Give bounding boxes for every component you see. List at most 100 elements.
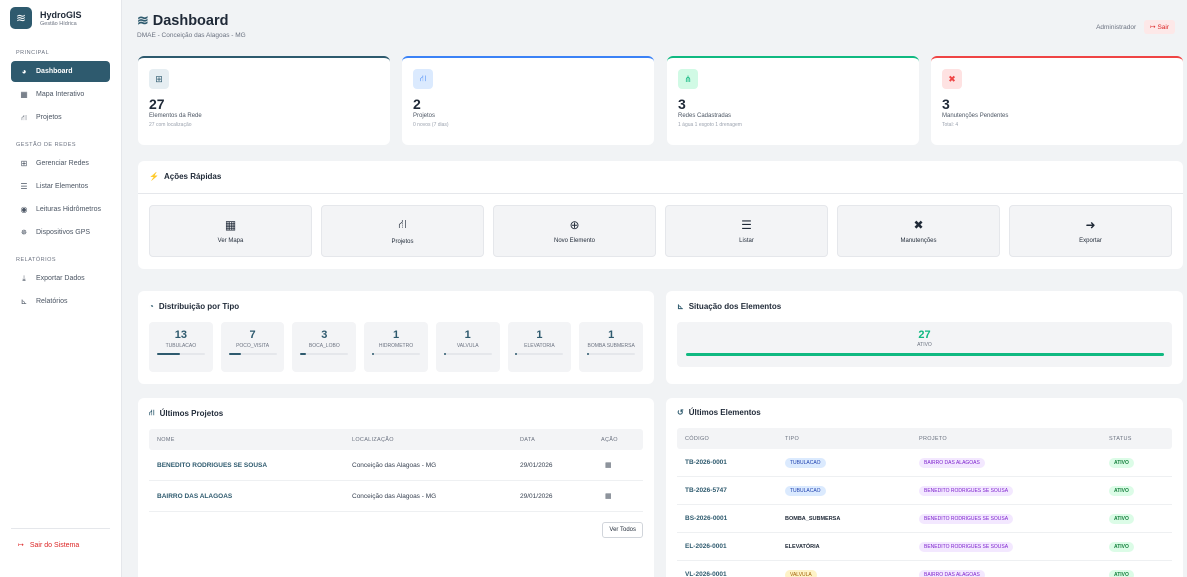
quick-actions-title: ⚡ Ações Rápidas	[149, 172, 1172, 181]
elements-panel: ↺ Últimos Elementos CÓDIGO TIPO PROJETO …	[666, 398, 1183, 577]
quick-action-label: Exportar	[1079, 238, 1102, 244]
distribution-bar-fill	[515, 353, 518, 355]
col-header: LOCALIZAÇÃO	[352, 436, 394, 443]
col-header: STATUS	[1109, 435, 1132, 442]
stat-card: ⊞ 27 Elementos da Rede 27 com localização	[138, 56, 390, 145]
situation-title: ⊾ Situação dos Elementos	[677, 302, 1172, 311]
project-name-link[interactable]: BAIRRO DAS ALAGOAS	[149, 493, 344, 500]
sidebar-item-relat-rios[interactable]: ⊾ Relatórios	[11, 291, 110, 312]
quick-action-manuten-es-button[interactable]: ✖ Manutenções	[837, 205, 1000, 257]
distribution-bar-fill	[228, 353, 242, 355]
sidebar-item-label: Relatórios	[36, 298, 68, 305]
distribution-item: 1 VALVULA	[435, 322, 500, 372]
user-name: Administrador	[1096, 23, 1137, 31]
table-row: TB-2026-0001 TUBULACAO BAIRRO DAS ALAGOAS A…	[677, 449, 1172, 477]
list-icon: ☰	[20, 182, 28, 191]
sidebar-item-dispositivos-gps[interactable]: ✵ Dispositivos GPS	[11, 222, 110, 243]
sidebar-item-projetos[interactable]: ⛙ Projetos	[11, 107, 110, 128]
status-badge: ATIVO	[1109, 457, 1134, 468]
distribution-value: 1	[536, 329, 543, 341]
stat-value: 27	[149, 96, 165, 112]
sidebar-item-label: Listar Elementos	[36, 183, 89, 190]
quick-action-exportar-button[interactable]: ➜ Exportar	[1009, 205, 1172, 257]
pie-chart-icon: ◔	[149, 302, 154, 311]
distribution-bar	[515, 353, 564, 355]
sidebar-logout-label: Sair do Sistema	[29, 541, 80, 549]
quick-action-label: Novo Elemento	[553, 238, 596, 244]
sidebar-item-label: Gerenciar Redes	[36, 160, 89, 167]
distribution-item: 3 BOCA_LOBO	[292, 322, 357, 372]
gauge-icon: ◕	[21, 67, 27, 76]
sidebar-item-mapa-interativo[interactable]: ▦ Mapa Interativo	[11, 84, 110, 105]
status-badge: ATIVO	[1109, 485, 1134, 496]
map-icon[interactable]: ▦	[605, 493, 612, 500]
projects-table-body: BENEDITO RODRIGUES SE SOUSA Conceição das…	[149, 450, 643, 512]
distribution-bar-fill	[372, 353, 374, 355]
distribution-bar	[156, 353, 205, 355]
distribution-bar-fill	[156, 353, 180, 355]
project-diagram-icon: ⛙	[398, 217, 407, 231]
sidebar-nav: PRINCIPAL ◕ Dashboard ▦ Mapa Interativo ⛙ Proj…	[0, 50, 121, 312]
elements-title-text: Últimos Elementos	[688, 408, 761, 417]
element-type: BOMBA_SUBMERSA	[785, 516, 841, 522]
element-code-link[interactable]: EL-2026-0001	[677, 543, 777, 550]
quick-action-label: Listar	[739, 238, 754, 244]
element-type: TUBULACAO	[785, 485, 826, 496]
distribution-bar	[443, 353, 492, 355]
table-row: BS-2026-0001 BOMBA_SUBMERSA BENEDITO RODRI…	[677, 505, 1172, 533]
view-all-projects-button[interactable]: Ver Todos	[602, 522, 643, 538]
distribution-label: HIDROMETRO	[378, 343, 414, 349]
stat-value: 3	[678, 96, 686, 112]
distribution-item: 13 TUBULACAO	[149, 322, 213, 372]
status-badge: ATIVO	[1109, 569, 1134, 577]
project-diagram-icon: ⛙	[413, 69, 433, 89]
stat-label: Redes Cadastradas	[678, 113, 732, 119]
status-badge: ATIVO	[1109, 541, 1134, 552]
bar-chart-icon: ⊾	[677, 302, 684, 311]
download-icon: ⤓	[22, 273, 26, 283]
quick-action-projetos-button[interactable]: ⛙ Projetos	[321, 205, 484, 257]
nav-section-title: RELATÓRIOS	[16, 257, 57, 263]
plus-circle-icon: ⊕	[569, 218, 580, 232]
situation-value: 27	[918, 329, 931, 341]
logout-icon: ↦	[18, 542, 24, 549]
sidebar-item-listar-elementos[interactable]: ☰ Listar Elementos	[11, 176, 110, 197]
table-row: BENEDITO RODRIGUES SE SOUSA Conceição das…	[149, 450, 643, 481]
situation-progress-bar	[685, 353, 1164, 356]
quick-action-listar-button[interactable]: ☰ Listar	[665, 205, 828, 257]
distribution-label: BOCA_LOBO	[308, 343, 340, 349]
element-code-link[interactable]: TB-2026-5747	[677, 487, 777, 494]
logout-button[interactable]: ↦ Sair	[1144, 20, 1175, 34]
project-name-link[interactable]: BENEDITO RODRIGUES SE SOUSA	[149, 462, 344, 469]
distribution-item: 1 BOMBA SUBMERSA	[579, 322, 644, 372]
projects-table-header: NOME LOCALIZAÇÃO DATA AÇÃO	[149, 429, 643, 450]
element-code-link[interactable]: VL-2026-0001	[677, 571, 777, 577]
project-location: Conceição das Alagoas - MG	[352, 461, 437, 469]
col-header: PROJETO	[919, 435, 947, 442]
meter-icon: ◉	[20, 205, 28, 214]
element-code-link[interactable]: TB-2026-0001	[677, 459, 777, 466]
situation-label: ATIVO	[917, 342, 932, 348]
element-type: ELEVATÓRIA	[785, 544, 820, 550]
stat-note: 1 água 1 esgoto 1 drenagem	[678, 122, 742, 128]
map-icon[interactable]: ▦	[605, 462, 612, 469]
sidebar-item-exportar-dados[interactable]: ⤓ Exportar Dados	[11, 268, 110, 289]
distribution-panel: ◔ Distribuição por Tipo 13 TUBULACAO 7 POCO…	[138, 291, 654, 384]
quick-action-ver-mapa-button[interactable]: ▦ Ver Mapa	[149, 205, 312, 257]
distribution-bar	[300, 353, 349, 355]
sidebar-logout-link[interactable]: ↦ Sair do Sistema	[18, 541, 80, 550]
page-title-text: Dashboard	[152, 12, 229, 29]
element-project-badge: BENEDITO RODRIGUES SE SOUSA	[919, 485, 1014, 496]
history-icon: ↺	[677, 408, 684, 417]
sidebar-item-gerenciar-redes[interactable]: ⊞ Gerenciar Redes	[11, 153, 110, 174]
brand[interactable]: ≋ HydroGIS Gestão Hídrica	[0, 0, 121, 36]
element-project-badge: BAIRRO DAS ALAGOAS	[919, 457, 985, 468]
sidebar-item-leituras-hidr-metros[interactable]: ◉ Leituras Hidrômetros	[11, 199, 110, 220]
network-icon: ⊞	[20, 159, 28, 168]
sidebar-item-dashboard[interactable]: ◕ Dashboard	[11, 61, 110, 82]
element-code-link[interactable]: BS-2026-0001	[677, 515, 777, 522]
stat-card: ✖ 3 Manutenções Pendentes Total: 4	[931, 56, 1183, 145]
quick-action-novo-elemento-button[interactable]: ⊕ Novo Elemento	[493, 205, 656, 257]
stat-value: 2	[413, 96, 421, 112]
distribution-bar	[587, 353, 636, 355]
